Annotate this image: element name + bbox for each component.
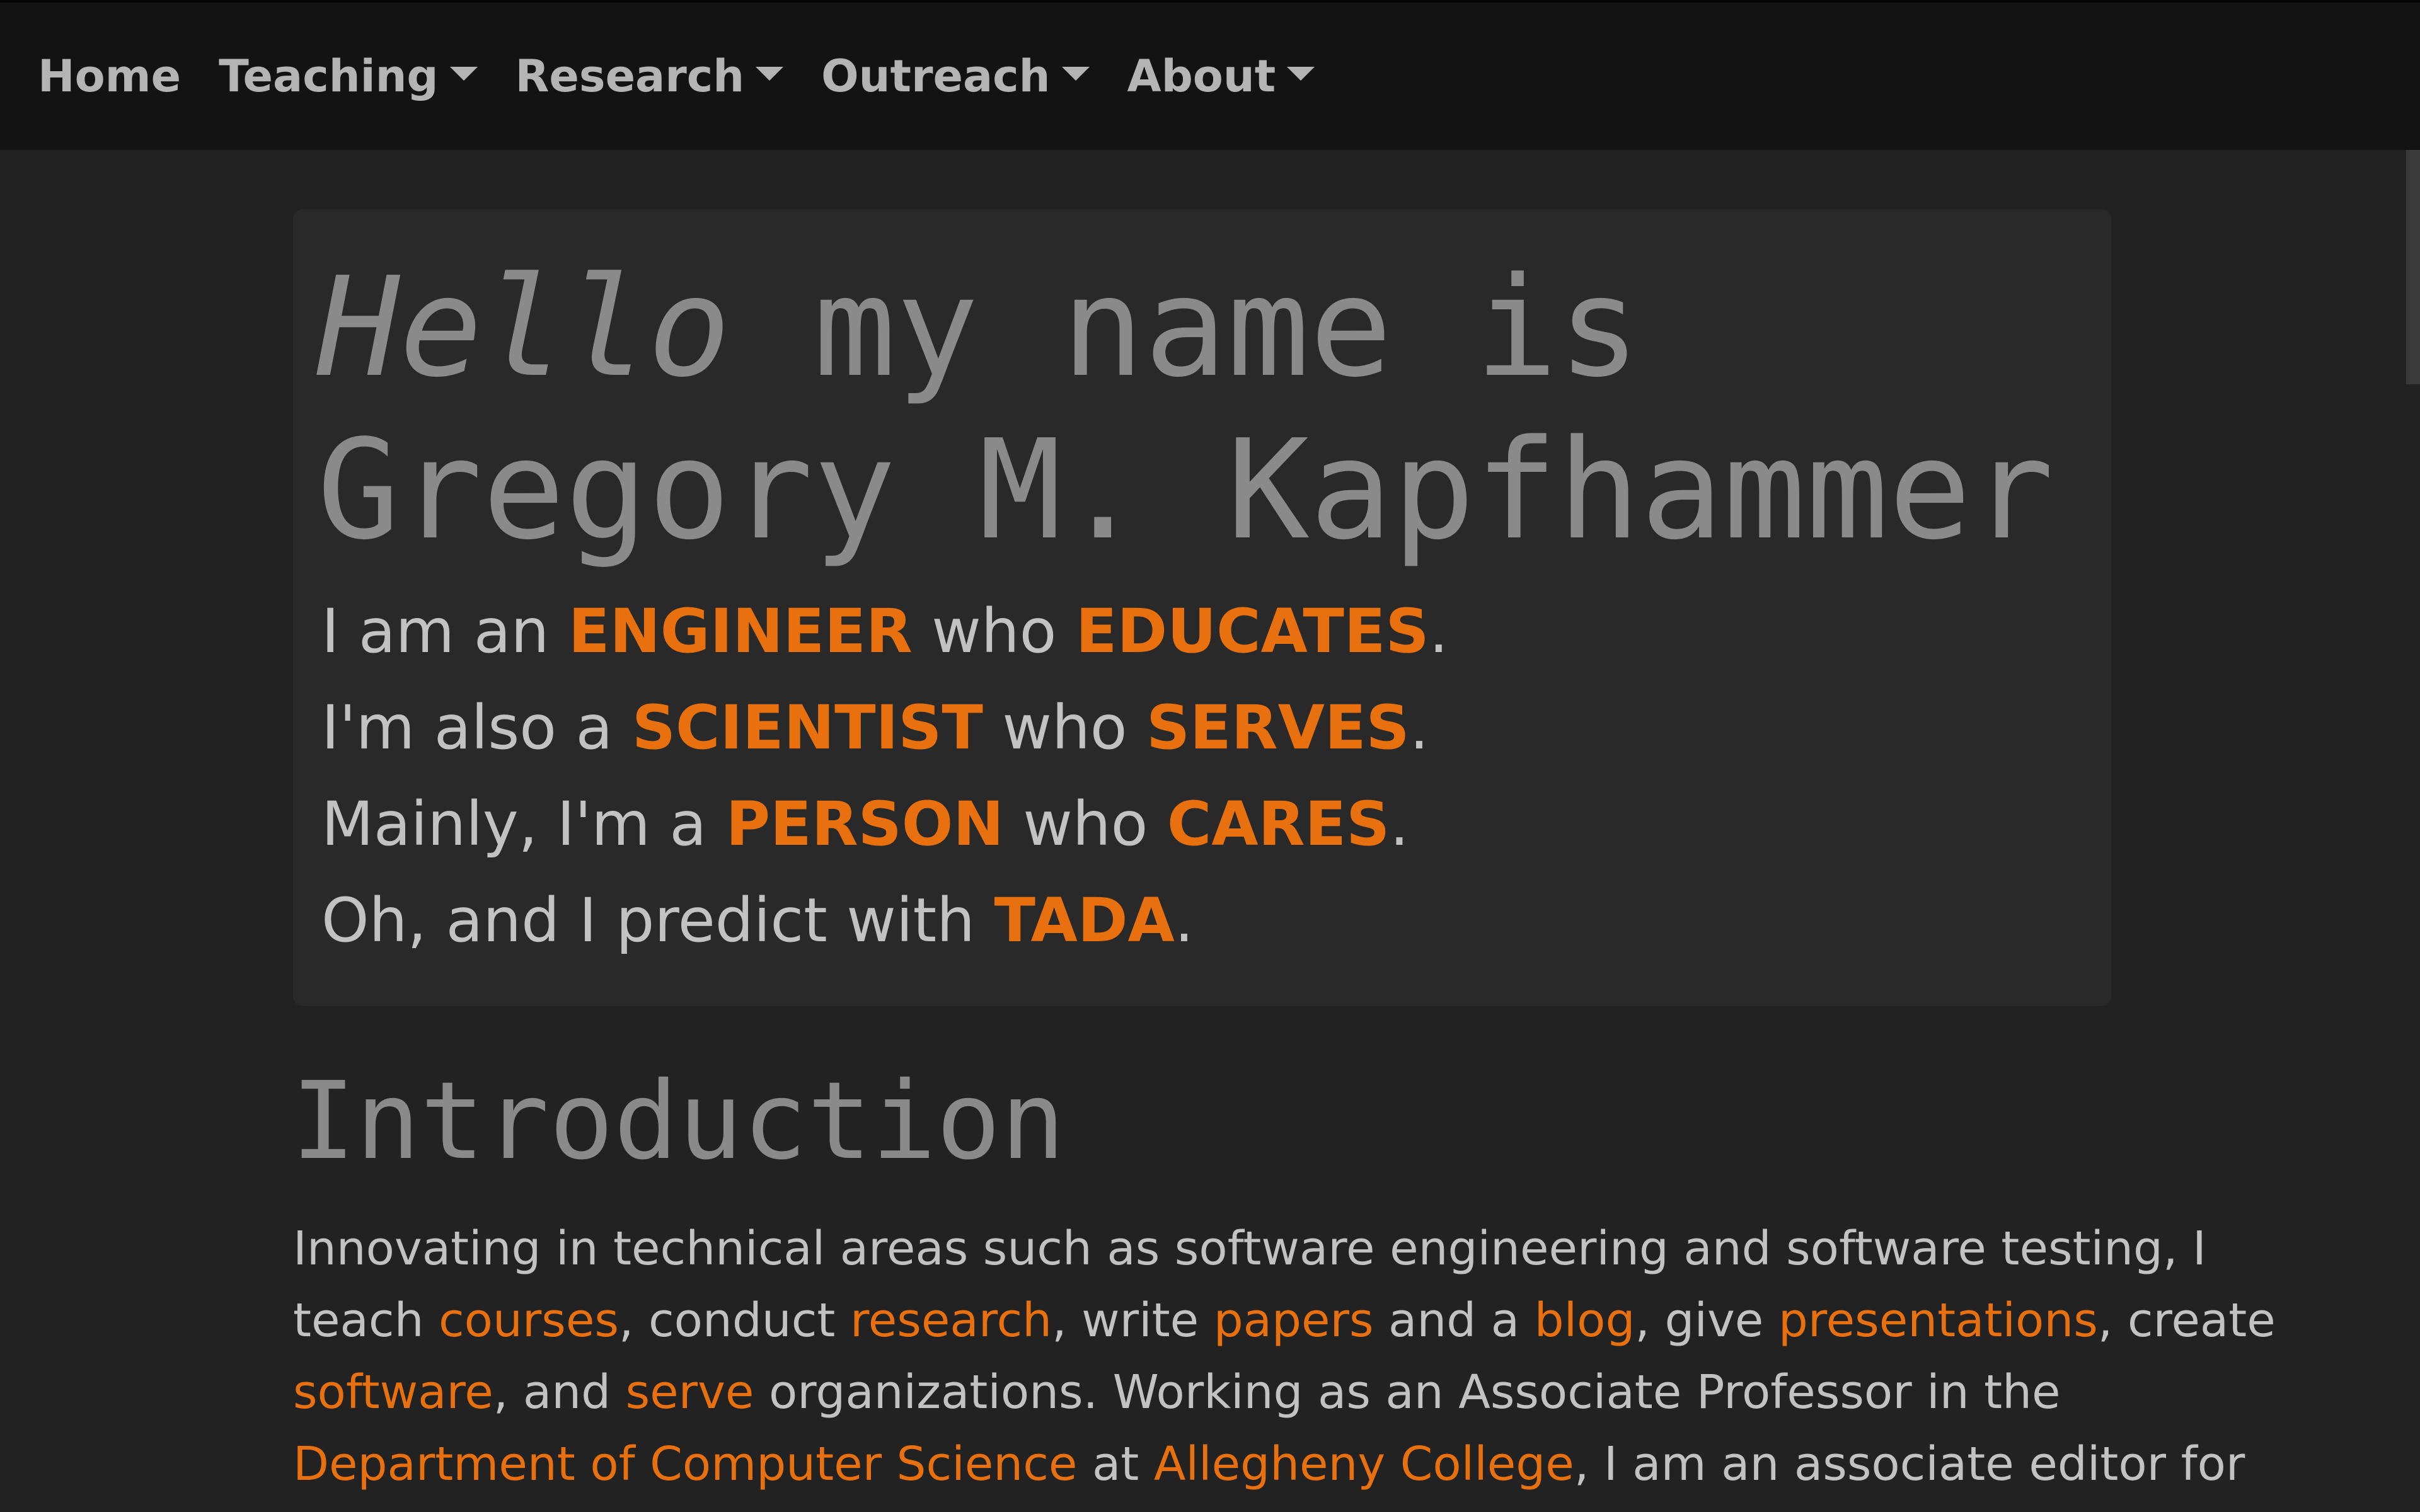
tagline-text: . <box>1174 885 1194 956</box>
nav-teaching-label: Teaching <box>219 50 439 102</box>
nav-outreach-dropdown[interactable]: Outreach <box>821 50 1090 102</box>
hero-title: Hello my name is Gregory M. Kapfhammer <box>317 247 2054 572</box>
nav-teaching-dropdown[interactable]: Teaching <box>219 50 478 102</box>
research-link[interactable]: research <box>850 1293 1052 1348</box>
hero-name-intro: my name is <box>730 248 1640 408</box>
intro-text: , I am an associate editor for <box>1574 1437 2245 1491</box>
introduction-heading: Introduction <box>291 1059 1066 1184</box>
tagline-text: who <box>982 692 1147 763</box>
intro-line-1: Innovating in technical areas such as so… <box>293 1222 2206 1276</box>
intro-text: , conduct <box>618 1293 850 1348</box>
tagline-highlight: SERVES <box>1146 692 1410 763</box>
nav-home-label: Home <box>38 50 182 102</box>
tagline-highlight: TADA <box>994 885 1175 956</box>
tagline-text: who <box>1003 789 1167 859</box>
tagline-text: who <box>912 596 1076 667</box>
tagline-text: . <box>1409 692 1429 763</box>
allegheny-college-link[interactable]: Allegheny College <box>1154 1437 1574 1491</box>
tagline-highlight: SCIENTIST <box>631 692 983 763</box>
intro-text: teach <box>293 1293 439 1348</box>
intro-text: , create <box>2097 1293 2276 1348</box>
tagline-scientist: I'm also a SCIENTIST who SERVES. <box>321 690 1429 765</box>
nav-outreach-label: Outreach <box>821 50 1051 102</box>
intro-text: organizations. Working as an Associate P… <box>754 1365 2061 1419</box>
hero-greeting: Hello <box>317 248 731 408</box>
department-link[interactable]: Department of Computer Science <box>293 1437 1077 1491</box>
intro-line-3: software, and serve organizations. Worki… <box>293 1356 2127 1428</box>
tagline-text: I'm also a <box>321 692 632 763</box>
caret-down-icon <box>1061 67 1090 81</box>
caret-down-icon <box>756 67 784 81</box>
hero-name: Gregory M. Kapfhammer <box>317 411 2054 570</box>
intro-text: , give <box>1635 1293 1778 1348</box>
papers-link[interactable]: papers <box>1214 1293 1374 1348</box>
intro-text: , write <box>1052 1293 1214 1348</box>
tagline-highlight: PERSON <box>725 789 1004 859</box>
courses-link[interactable]: courses <box>439 1293 619 1348</box>
intro-text: , and <box>493 1365 626 1419</box>
introduction-paragraph: Innovating in technical areas such as so… <box>293 1213 2276 1500</box>
page-scrollbar-thumb[interactable] <box>2406 150 2420 384</box>
nav-about-label: About <box>1127 50 1276 102</box>
intro-line-2: teach courses, conduct research, write p… <box>293 1285 2276 1356</box>
intro-text: at <box>1077 1437 1154 1491</box>
nav-research-dropdown[interactable]: Research <box>516 50 784 102</box>
hero-panel: Hello my name is Gregory M. Kapfhammer I … <box>293 209 2111 1006</box>
blog-link[interactable]: blog <box>1535 1293 1635 1348</box>
tagline-text: Mainly, I'm a <box>321 789 726 859</box>
tagline-text: . <box>1390 789 1409 859</box>
tagline-engineer: I am an ENGINEER who EDUCATES. <box>321 593 1448 669</box>
software-link[interactable]: software <box>293 1365 493 1419</box>
serve-link[interactable]: serve <box>626 1365 754 1419</box>
tagline-highlight: ENGINEER <box>568 596 913 667</box>
intro-line-4: Department of Computer Science at Allegh… <box>293 1428 2245 1500</box>
nav-about-dropdown[interactable]: About <box>1127 50 1315 102</box>
tagline-text: Oh, and I predict with <box>321 885 994 956</box>
nav-research-label: Research <box>515 50 745 102</box>
top-navbar: Home Teaching Research Outreach About <box>0 0 2420 150</box>
caret-down-icon <box>1287 67 1315 81</box>
intro-text: and a <box>1373 1293 1535 1348</box>
tagline-text: I am an <box>321 596 568 667</box>
tagline-person: Mainly, I'm a PERSON who CARES. <box>321 786 1409 862</box>
caret-down-icon <box>449 67 478 81</box>
tagline-highlight: CARES <box>1167 789 1390 859</box>
tagline-highlight: EDUCATES <box>1075 596 1429 667</box>
presentations-link[interactable]: presentations <box>1778 1293 2098 1348</box>
nav-home[interactable]: Home <box>38 50 181 102</box>
tagline-text: . <box>1429 596 1449 667</box>
tagline-tada: Oh, and I predict with TADA. <box>321 883 1194 958</box>
